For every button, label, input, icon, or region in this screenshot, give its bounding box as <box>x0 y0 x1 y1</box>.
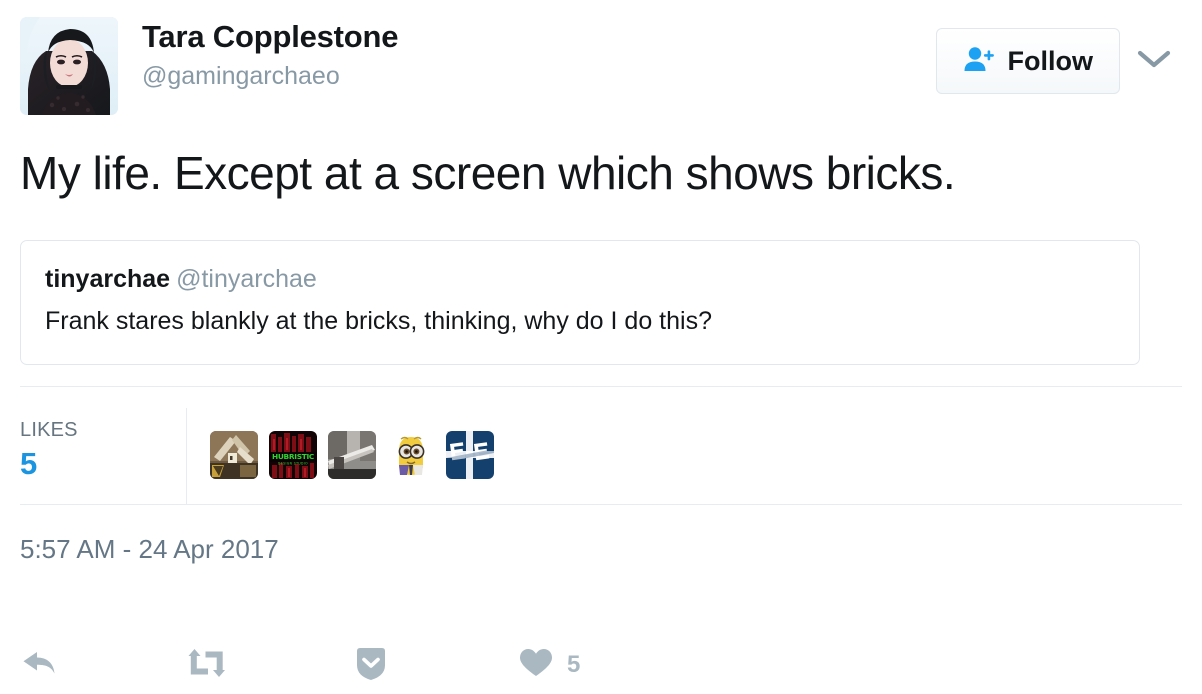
liker-avatar-5[interactable] <box>446 431 494 479</box>
svg-text:DESIGN STUDIO: DESIGN STUDIO <box>278 462 308 466</box>
liker-avatar-4[interactable] <box>387 431 435 479</box>
follow-button-label: Follow <box>1007 45 1093 76</box>
tweet-text: My life. Except at a screen which shows … <box>20 147 956 199</box>
likes-bottom-divider <box>20 504 1182 505</box>
author-fullname[interactable]: Tara Copplestone <box>142 18 399 56</box>
likes-row: LIKES 5 HUBRISTIC DESIGN STUDIO <box>20 408 1182 504</box>
tweet-detail: Tara Copplestone @gamingarchaeo Follow M… <box>0 0 1202 694</box>
author-names: Tara Copplestone @gamingarchaeo <box>142 18 399 93</box>
svg-text:HUBRISTIC: HUBRISTIC <box>272 452 314 461</box>
chevron-down-icon <box>1137 49 1171 74</box>
follow-button[interactable]: Follow <box>935 28 1120 94</box>
tweet-actions-dropdown-button[interactable] <box>1126 28 1182 94</box>
tweet-header: Tara Copplestone @gamingarchaeo Follow <box>20 0 1182 125</box>
quoted-tweet-card[interactable]: tinyarchae @tinyarchae Frank stares blank… <box>20 240 1140 365</box>
quoted-tweet-header: tinyarchae @tinyarchae <box>45 263 1115 296</box>
tweet-action-bar: 5 <box>20 636 1182 694</box>
follow-controls: Follow <box>935 28 1182 94</box>
quoted-author-handle: @tinyarchae <box>176 265 317 293</box>
author-handle[interactable]: @gamingarchaeo <box>142 59 398 93</box>
liker-avatar-1[interactable] <box>210 431 258 479</box>
tweet-timestamp[interactable]: 5:57 AM - 24 Apr 2017 <box>20 533 279 565</box>
shield-chevron-down-icon <box>352 644 390 687</box>
like-count: 5 <box>567 651 581 678</box>
likes-stat: LIKES 5 <box>20 408 187 504</box>
likes-count[interactable]: 5 <box>20 444 186 484</box>
like-button[interactable]: 5 <box>518 641 718 689</box>
reply-icon <box>20 646 60 685</box>
heart-icon <box>518 647 554 684</box>
reply-button[interactable] <box>20 641 186 689</box>
quoted-tweet-text: Frank stares blankly at the bricks, thin… <box>45 307 712 335</box>
liker-avatar-3[interactable] <box>328 431 376 479</box>
retweet-icon <box>186 646 228 685</box>
liker-avatars: HUBRISTIC DESIGN STUDIO <box>187 408 494 504</box>
liker-avatar-2[interactable]: HUBRISTIC DESIGN STUDIO <box>269 431 317 479</box>
retweet-button[interactable] <box>186 641 352 689</box>
likes-label: LIKES <box>20 419 78 441</box>
more-button[interactable] <box>352 641 518 689</box>
likes-top-divider <box>20 386 1182 387</box>
author-avatar[interactable] <box>20 17 118 115</box>
person-plus-icon <box>963 45 995 78</box>
quoted-author-name: tinyarchae <box>45 265 171 293</box>
